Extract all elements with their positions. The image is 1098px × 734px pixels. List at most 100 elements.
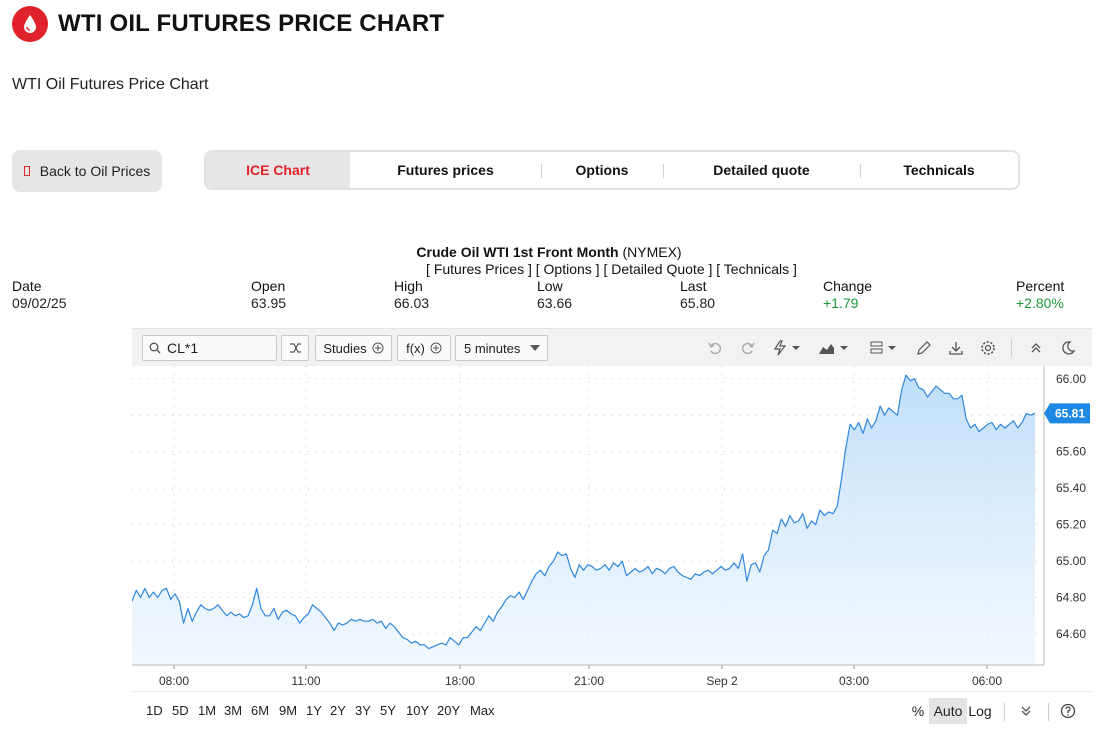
quote-low-value: 63.66 <box>537 295 573 311</box>
dark-mode-icon[interactable] <box>1060 340 1076 356</box>
range-5d[interactable]: 5D <box>172 703 189 718</box>
quote-last: Last 65.80 <box>680 278 715 312</box>
range-max[interactable]: Max <box>470 703 495 718</box>
symbol-search[interactable] <box>142 335 277 361</box>
chart-heading: Crude Oil WTI 1st Front Month (NYMEX) <box>0 244 1098 260</box>
symbol-input[interactable] <box>167 340 267 356</box>
x-tick-label: 11:00 <box>291 674 320 688</box>
range-20y[interactable]: 20Y <box>437 703 460 718</box>
collapse-icon[interactable] <box>1028 340 1044 356</box>
instrument-exchange: (NYMEX) <box>622 244 682 260</box>
instrument-name: Crude Oil WTI 1st Front Month <box>416 244 619 260</box>
scale-divider <box>1004 703 1005 721</box>
search-icon <box>149 342 161 354</box>
page-header: WTI OIL FUTURES PRICE CHART <box>12 6 444 42</box>
interval-select[interactable]: 5 minutes <box>455 335 548 361</box>
quote-percent: Percent +2.80% <box>1016 278 1064 312</box>
plus-circle-icon <box>430 342 442 354</box>
help-icon[interactable] <box>1058 698 1078 724</box>
quote-date: Date 09/02/25 <box>12 278 67 312</box>
tab-technicals[interactable]: Technicals <box>860 152 1018 188</box>
y-tick-label: 65.60 <box>1056 445 1086 459</box>
page-subtitle: WTI Oil Futures Price Chart <box>12 76 209 93</box>
x-tick-label: 08:00 <box>159 674 189 688</box>
x-tick-label: 18:00 <box>445 674 475 688</box>
template-icon[interactable] <box>869 340 899 356</box>
x-tick-label: 06:00 <box>972 674 1002 688</box>
price-chart-svg[interactable]: 66.0065.8065.6065.4065.2065.0064.8064.60… <box>131 366 1092 693</box>
quote-open: Open 63.95 <box>251 278 286 312</box>
download-icon[interactable] <box>948 340 964 356</box>
quote-low: Low 63.66 <box>537 278 572 312</box>
functions-button[interactable]: f(x) <box>397 335 451 361</box>
fx-label: f(x) <box>406 340 425 356</box>
quote-last-label: Last <box>680 278 707 294</box>
y-tick-label: 65.00 <box>1056 554 1086 568</box>
price-chart[interactable]: 66.0065.8065.6065.4065.2065.0064.8064.60… <box>131 366 1092 693</box>
plus-circle-icon <box>372 342 384 354</box>
quote-open-label: Open <box>251 278 286 294</box>
chart-type-icon[interactable] <box>818 340 850 356</box>
lightning-icon[interactable] <box>772 340 802 356</box>
scale-divider-2 <box>1048 703 1049 721</box>
quote-high: High 66.03 <box>394 278 429 312</box>
interval-label: 5 minutes <box>464 340 521 356</box>
pencil-icon[interactable] <box>916 340 932 356</box>
range-6m[interactable]: 6M <box>251 703 269 718</box>
chevrons-down-icon[interactable] <box>1016 698 1036 724</box>
compare-button[interactable] <box>281 335 309 361</box>
range-10y[interactable]: 10Y <box>406 703 429 718</box>
redo-icon[interactable] <box>740 340 756 356</box>
range-5y[interactable]: 5Y <box>380 703 396 718</box>
studies-label: Studies <box>323 340 367 356</box>
range-3m[interactable]: 3M <box>224 703 242 718</box>
tab-detailed-quote[interactable]: Detailed quote <box>663 152 860 188</box>
toolbar-divider <box>1011 339 1012 357</box>
quote-low-label: Low <box>537 278 563 294</box>
quote-open-value: 63.95 <box>251 295 287 311</box>
range-bar: 1D 5D 1M 3M 6M 9M 1Y 2Y 3Y 5Y 10Y 20Y Ma… <box>132 696 1092 726</box>
quote-percent-label: Percent <box>1016 278 1065 294</box>
range-9m[interactable]: 9M <box>279 703 297 718</box>
back-to-oil-prices-button[interactable]: Back to Oil Prices <box>12 150 162 192</box>
y-tick-label: 66.00 <box>1056 372 1086 386</box>
x-tick-label: 21:00 <box>574 674 604 688</box>
last-price-label: 65.81 <box>1055 406 1085 420</box>
range-1d[interactable]: 1D <box>146 703 163 718</box>
quote-high-label: High <box>394 278 423 294</box>
quote-percent-value: +2.80% <box>1016 295 1064 311</box>
scale-auto-button[interactable]: Auto <box>929 698 967 724</box>
back-icon <box>23 166 30 176</box>
quote-change-label: Change <box>823 278 873 294</box>
y-tick-label: 65.40 <box>1056 481 1086 495</box>
compare-icon <box>288 341 302 355</box>
x-tick-label: Sep 2 <box>706 674 738 688</box>
y-tick-label: 65.20 <box>1056 518 1086 532</box>
back-button-label: Back to Oil Prices <box>39 163 151 179</box>
page-title: WTI OIL FUTURES PRICE CHART <box>58 10 445 37</box>
range-1m[interactable]: 1M <box>198 703 216 718</box>
tab-ice-chart[interactable]: ICE Chart <box>206 152 350 188</box>
range-2y[interactable]: 2Y <box>330 703 346 718</box>
chart-toolbar: Studies f(x) 5 minutes <box>132 328 1092 366</box>
chevron-down-icon <box>530 345 541 351</box>
gear-icon[interactable] <box>980 340 996 356</box>
chart-links[interactable]: [ Futures Prices ] [ Options ] [ Detaile… <box>0 261 1098 277</box>
quote-change: Change +1.79 <box>823 278 872 312</box>
scale-percent-button[interactable]: % <box>908 698 928 724</box>
range-1y[interactable]: 1Y <box>306 703 322 718</box>
tab-futures-prices[interactable]: Futures prices <box>350 152 541 188</box>
undo-icon[interactable] <box>707 340 723 356</box>
y-tick-label: 64.60 <box>1056 627 1086 641</box>
oil-drop-icon <box>12 6 48 42</box>
x-tick-label: 03:00 <box>839 674 869 688</box>
quote-change-value: +1.79 <box>823 295 859 311</box>
scale-log-button[interactable]: Log <box>967 698 993 724</box>
studies-button[interactable]: Studies <box>315 335 392 361</box>
chart-tabs: ICE Chart Futures prices Options Detaile… <box>204 150 1020 190</box>
quote-high-value: 66.03 <box>394 295 430 311</box>
price-area <box>132 375 1035 665</box>
quote-date-value: 09/02/25 <box>12 295 67 311</box>
range-3y[interactable]: 3Y <box>355 703 371 718</box>
tab-options[interactable]: Options <box>541 152 663 188</box>
